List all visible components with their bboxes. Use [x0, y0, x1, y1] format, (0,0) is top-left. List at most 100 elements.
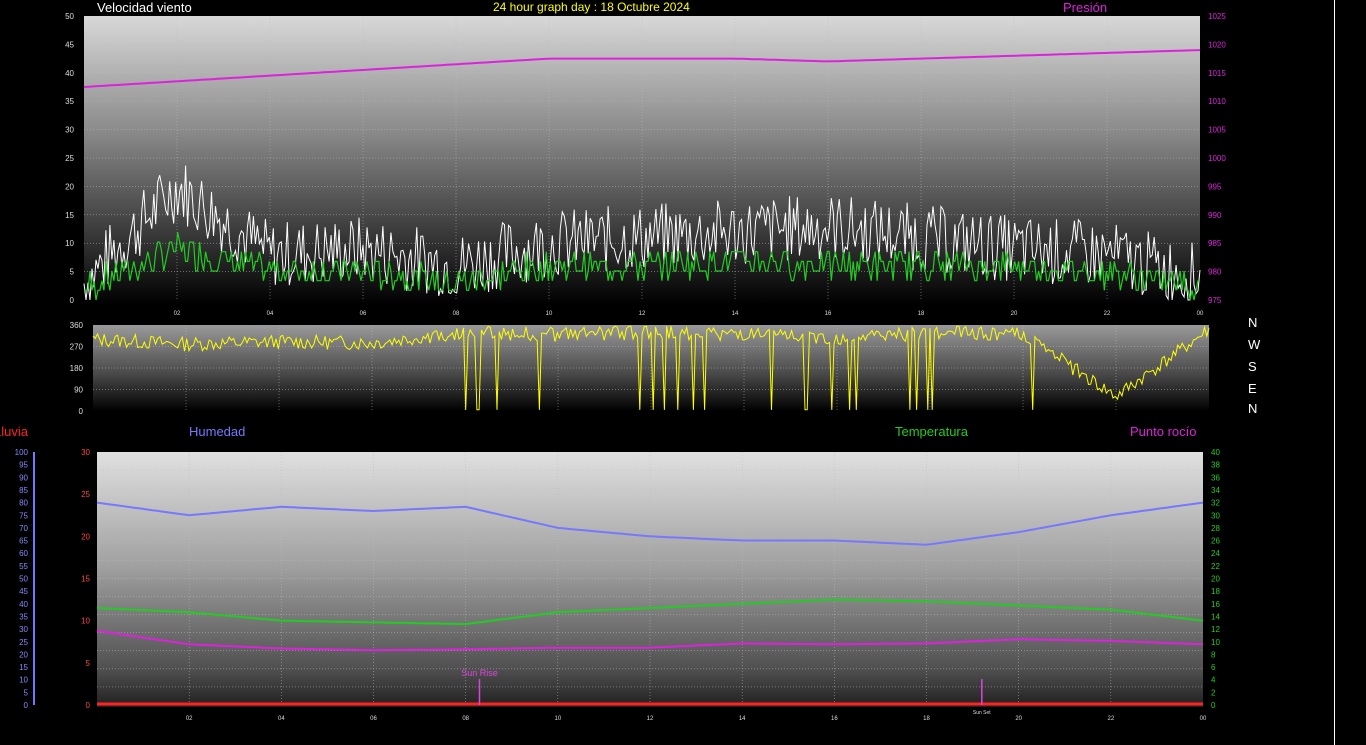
wind-y-tick: 40 — [65, 69, 74, 78]
sunset-label: Sun Set — [973, 710, 991, 716]
temperature-y-tick: 6 — [1211, 663, 1216, 672]
humidity-y-tick: 10 — [19, 676, 28, 685]
humidity-y-tick: 55 — [19, 562, 28, 571]
temperature-y-tick: 30 — [1211, 511, 1220, 520]
direction-label-w: W — [1248, 337, 1261, 352]
humidity-y-tick: 90 — [19, 473, 28, 482]
direction-y-tick: 180 — [70, 364, 84, 373]
temperature-y-tick: 18 — [1211, 587, 1220, 596]
temperature-y-tick: 40 — [1211, 448, 1220, 457]
pressure-y-tick: 985 — [1208, 239, 1222, 248]
wind-y-tick: 20 — [65, 182, 74, 191]
temperature-y-tick: 32 — [1211, 499, 1220, 508]
temperature-y-tick: 28 — [1211, 524, 1220, 533]
humidity-y-tick: 85 — [19, 486, 28, 495]
wind-y-tick: 10 — [65, 239, 74, 248]
x-tick: 22 — [1107, 716, 1114, 722]
temperature-y-tick: 2 — [1211, 688, 1216, 697]
temperature-y-tick: 22 — [1211, 562, 1220, 571]
rain-y-tick: 15 — [81, 575, 90, 584]
temperature-y-tick: 20 — [1211, 575, 1220, 584]
temperature-y-tick: 14 — [1211, 612, 1220, 621]
pressure-y-tick: 995 — [1208, 182, 1222, 191]
humidity-y-tick: 70 — [19, 524, 28, 533]
rain-label: Lluvia — [0, 424, 28, 439]
rain-y-tick: 25 — [81, 490, 90, 499]
wind-y-tick: 45 — [65, 40, 74, 49]
pressure-y-tick: 980 — [1208, 268, 1222, 277]
temperature-y-tick: 16 — [1211, 600, 1220, 609]
wind-y-tick: 15 — [65, 211, 74, 220]
sunrise-label: Sun Rise — [461, 668, 498, 678]
direction-label-s: S — [1248, 359, 1257, 374]
x-tick: 08 — [462, 716, 469, 722]
wind-y-tick: 35 — [65, 97, 74, 106]
humidity-y-tick: 95 — [19, 461, 28, 470]
wind-pressure-chart: 0510152025303540455097598098599099510001… — [65, 12, 1226, 317]
humidity-y-tick: 35 — [19, 612, 28, 621]
humidity-y-tick: 0 — [24, 701, 29, 710]
temperature-y-tick: 36 — [1211, 473, 1220, 482]
humidity-y-tick: 75 — [19, 511, 28, 520]
rain-y-tick: 30 — [81, 448, 90, 457]
pressure-y-tick: 1025 — [1208, 12, 1226, 21]
x-tick: 06 — [370, 716, 377, 722]
direction-y-tick: 270 — [70, 343, 84, 352]
x-tick: 16 — [831, 716, 838, 722]
pressure-y-tick: 1015 — [1208, 69, 1226, 78]
wind-direction-chart: 0 90 180 270 360 — [70, 321, 1210, 415]
rain-y-tick: 5 — [86, 659, 91, 668]
pressure-y-tick: 1005 — [1208, 126, 1226, 135]
temperature-label: Temperatura — [895, 424, 968, 439]
wind-y-tick: 0 — [70, 296, 75, 305]
pressure-y-tick: 990 — [1208, 211, 1222, 220]
x-tick: 18 — [923, 716, 930, 722]
humidity-series — [96, 501, 1204, 546]
direction-y-tick: 360 — [70, 321, 84, 330]
humidity-label: Humedad — [189, 424, 246, 439]
humidity-y-tick: 40 — [19, 600, 28, 609]
humidity-y-tick: 50 — [19, 575, 28, 584]
direction-label-n-top: N — [1248, 315, 1258, 330]
temperature-y-tick: 10 — [1211, 638, 1220, 647]
temperature-y-tick: 4 — [1211, 676, 1216, 685]
humidity-y-tick: 100 — [15, 448, 29, 457]
dewpoint-label: Punto rocío — [1130, 424, 1197, 439]
x-tick: 00 — [1200, 716, 1207, 722]
temperature-y-tick: 34 — [1211, 486, 1220, 495]
humidity-y-tick: 15 — [19, 663, 28, 672]
x-tick: 20 — [1015, 716, 1022, 722]
pressure-y-tick: 1020 — [1208, 40, 1226, 49]
temperature-humidity-chart: 0510152025300510152025303540455055606570… — [15, 448, 1221, 722]
wind-y-tick: 5 — [70, 268, 75, 277]
humidity-y-tick: 20 — [19, 650, 28, 659]
rain-y-tick: 0 — [86, 701, 91, 710]
temperature-y-tick: 8 — [1211, 650, 1216, 659]
direction-label-e: E — [1248, 381, 1257, 396]
direction-label-n-bottom: N — [1248, 401, 1258, 416]
humidity-y-tick: 80 — [19, 499, 28, 508]
temperature-y-tick: 0 — [1211, 701, 1216, 710]
x-tick: 14 — [739, 716, 746, 722]
pressure-y-tick: 1010 — [1208, 97, 1226, 106]
humidity-y-tick: 5 — [24, 688, 29, 697]
humidity-y-tick: 45 — [19, 587, 28, 596]
temperature-y-tick: 26 — [1211, 537, 1220, 546]
humidity-y-tick: 65 — [19, 537, 28, 546]
humidity-y-tick: 25 — [19, 638, 28, 647]
x-tick: 04 — [278, 716, 285, 722]
direction-y-tick: 90 — [74, 386, 83, 395]
pressure-y-tick: 975 — [1208, 296, 1222, 305]
wind-y-tick: 50 — [65, 12, 74, 21]
humidity-y-tick: 30 — [19, 625, 28, 634]
wind-y-tick: 25 — [65, 154, 74, 163]
x-tick: 02 — [186, 716, 193, 722]
pressure-y-tick: 1000 — [1208, 154, 1226, 163]
direction-y-tick: 0 — [79, 407, 84, 415]
x-tick: 10 — [554, 716, 561, 722]
dewpoint-series — [96, 629, 1204, 652]
temperature-y-tick: 38 — [1211, 461, 1220, 470]
temperature-y-tick: 24 — [1211, 549, 1220, 558]
rain-y-tick: 10 — [81, 617, 90, 626]
wind-y-tick: 30 — [65, 126, 74, 135]
